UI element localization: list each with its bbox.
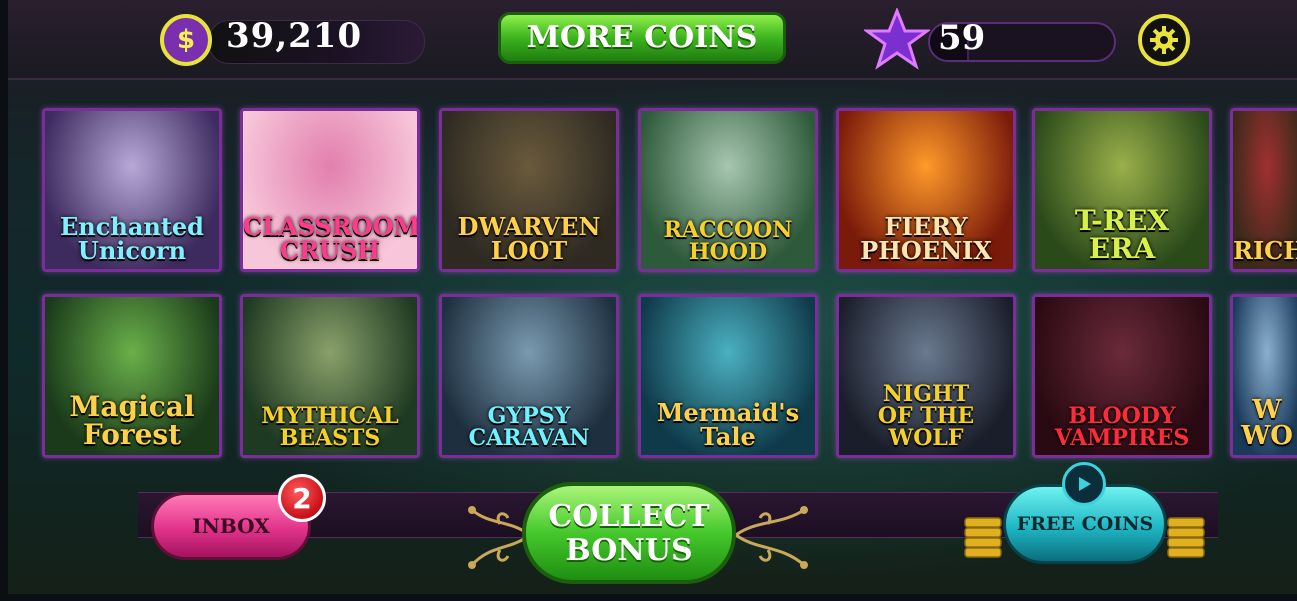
game-title: Magical Forest bbox=[69, 390, 195, 451]
play-icon[interactable] bbox=[1062, 462, 1106, 506]
game-title: GYPSY CARAVAN bbox=[468, 403, 590, 451]
gear-icon bbox=[1150, 26, 1178, 54]
game-tile-magical-forest[interactable]: Magical Forest bbox=[42, 294, 222, 458]
right-ornament bbox=[735, 506, 808, 569]
game-tile-enchanted-unicorn[interactable]: Enchanted Unicorn bbox=[42, 108, 222, 272]
settings-button[interactable] bbox=[1138, 14, 1190, 66]
coin-balance: 39,210 bbox=[226, 16, 363, 56]
coin-icon: $ bbox=[160, 14, 212, 66]
game-tile-mermaids-tale[interactable]: Mermaid's Tale bbox=[638, 294, 818, 458]
star-icon bbox=[864, 8, 930, 70]
game-title: RACCOON HOOD bbox=[663, 217, 793, 265]
game-title: FIERY PHOENIX bbox=[860, 212, 992, 265]
more-coins-button[interactable]: MORE COINS bbox=[498, 12, 786, 64]
game-title: Mermaid's Tale bbox=[656, 398, 800, 451]
game-title: DWARVEN LOOT bbox=[457, 212, 601, 265]
game-title: RICH bbox=[1233, 236, 1297, 265]
play-triangle-icon bbox=[1079, 477, 1091, 491]
game-title: MYTHICAL BEASTS bbox=[261, 403, 399, 451]
game-lobby: $ 39,210 MORE COINS 59 Enchanted Unicorn… bbox=[8, 0, 1297, 594]
game-tile-gypsy-caravan[interactable]: GYPSY CARAVAN bbox=[439, 294, 619, 458]
game-title: T-REX ERA bbox=[1074, 204, 1170, 265]
game-tile-raccoon-hood[interactable]: RACCOON HOOD bbox=[638, 108, 818, 272]
game-tile-riches[interactable]: RICH bbox=[1230, 108, 1297, 272]
game-tile-fiery-phoenix[interactable]: FIERY PHOENIX bbox=[836, 108, 1016, 272]
game-tile-bloody-vampires[interactable]: BLOODY VAMPIRES bbox=[1032, 294, 1212, 458]
coin-stack-icon bbox=[1167, 517, 1205, 558]
coin-stack-icon bbox=[964, 517, 1002, 558]
game-tile-night-of-the-wolf[interactable]: NIGHT OF THE WOLF bbox=[836, 294, 1016, 458]
game-tile-mythical-beasts[interactable]: MYTHICAL BEASTS bbox=[240, 294, 420, 458]
game-tile-classroom-crush[interactable]: CLASSROOM CRUSH bbox=[240, 108, 420, 272]
game-tile-dwarven-loot[interactable]: DWARVEN LOOT bbox=[439, 108, 619, 272]
collect-bonus-button[interactable]: COLLECT BONUS bbox=[522, 482, 736, 584]
inbox-count-badge: 2 bbox=[278, 474, 326, 522]
game-title: CLASSROOM CRUSH bbox=[243, 212, 420, 265]
game-tile-wild-wolf[interactable]: W WO bbox=[1230, 294, 1297, 458]
player-level: 59 bbox=[938, 18, 986, 58]
game-title: NIGHT OF THE WOLF bbox=[877, 381, 975, 451]
game-title: Enchanted Unicorn bbox=[60, 212, 204, 265]
game-tile-t-rex-era[interactable]: T-REX ERA bbox=[1032, 108, 1212, 272]
game-title: BLOODY VAMPIRES bbox=[1054, 403, 1190, 451]
game-title: W WO bbox=[1241, 395, 1293, 451]
